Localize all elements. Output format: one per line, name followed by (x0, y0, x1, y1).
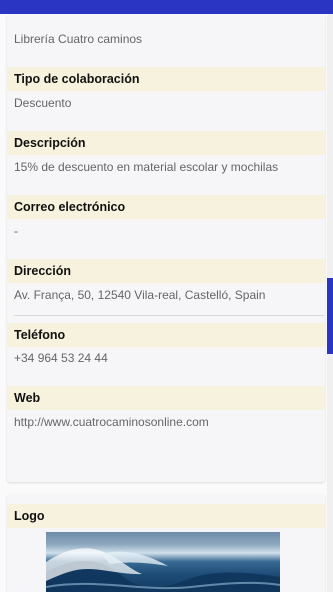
web-label: Web (7, 386, 325, 410)
description-value: 15% de descuento en material escolar y m… (14, 160, 279, 174)
phone-value[interactable]: +34 964 53 24 44 (14, 350, 319, 366)
email-label: Correo electrónico (7, 195, 325, 219)
logo-card: Logo (7, 494, 325, 592)
business-name-value: Librería Cuatro caminos (14, 32, 143, 46)
scrollbar-thumb[interactable] (327, 278, 333, 354)
wave-photo-icon (45, 548, 281, 592)
app-bar (0, 0, 333, 14)
details-card: Librería Cuatro caminos Tipo de colabora… (7, 14, 325, 482)
address-divider (14, 315, 324, 316)
email-value[interactable]: - (14, 223, 319, 239)
web-value[interactable]: http://www.cuatrocaminosonline.com (14, 414, 319, 430)
phone-label: Teléfono (7, 323, 325, 347)
logo-image (45, 532, 281, 592)
collaboration-type-label: Tipo de colaboración (7, 67, 325, 91)
collaboration-type-value: Descuento (14, 96, 72, 110)
description-label: Descripción (7, 131, 325, 155)
address-label: Dirección (7, 259, 325, 283)
address-value[interactable]: Av. França, 50, 12540 Vila-real, Castell… (14, 287, 319, 303)
collaborator-detail-screen: Librería Cuatro caminos Tipo de colabora… (0, 0, 333, 592)
logo-label: Logo (7, 504, 325, 528)
